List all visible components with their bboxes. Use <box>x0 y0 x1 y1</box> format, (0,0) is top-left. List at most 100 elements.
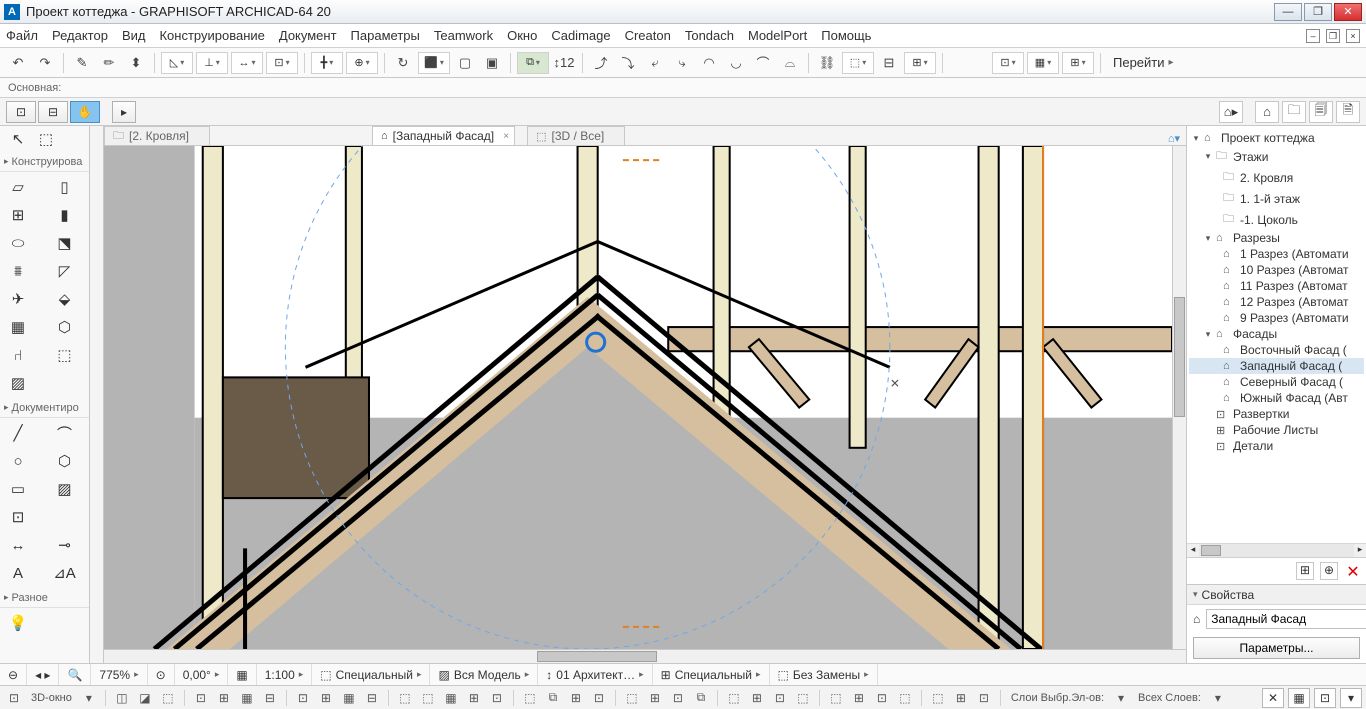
mode-crop-button[interactable]: ⊟ <box>38 101 68 123</box>
i29[interactable]: ⬚ <box>895 689 915 707</box>
lamp-misc-tool[interactable]: 💡 <box>4 612 32 634</box>
i13[interactable]: ⊡ <box>487 689 507 707</box>
vertical-scrollbar[interactable] <box>1172 146 1186 649</box>
nav-tab2-button[interactable]: 🗀 <box>1282 101 1306 123</box>
toolbox-section-more[interactable]: Разное <box>0 588 89 608</box>
shell-tool[interactable]: ✈ <box>4 288 32 310</box>
arc1-button[interactable]: ◠ <box>697 52 721 74</box>
combo3[interactable]: ↕ 01 Архитект…▸ <box>538 664 652 685</box>
angle-value[interactable]: 0,00°▸ <box>175 664 229 685</box>
i2[interactable]: ⊞ <box>214 689 234 707</box>
doc-close-button[interactable]: × <box>1346 29 1360 43</box>
scale-button[interactable]: ▦ <box>228 664 256 685</box>
goto-menu[interactable]: Перейти <box>1107 55 1180 70</box>
menu-edit[interactable]: Редактор <box>52 28 108 43</box>
i4[interactable]: ⊟ <box>260 689 280 707</box>
rotate-button[interactable]: ↻ <box>391 52 415 74</box>
i26[interactable]: ⬚ <box>826 689 846 707</box>
zoom-fit-button[interactable]: 🔍 <box>59 664 91 685</box>
r1-button[interactable]: ✕ <box>1262 688 1284 708</box>
i15[interactable]: ⧉ <box>543 689 563 707</box>
tab-elevation[interactable]: ⌂ [Западный Фасад] × <box>372 126 515 145</box>
tree-elevations[interactable]: ▾⌂Фасады <box>1189 326 1364 342</box>
i9[interactable]: ⬚ <box>395 689 415 707</box>
properties-header[interactable]: Свойства <box>1187 585 1366 605</box>
mirror-button[interactable]: ▢ <box>453 52 477 74</box>
r4-button[interactable]: ▾ <box>1340 688 1362 708</box>
i31[interactable]: ⊞ <box>951 689 971 707</box>
menu-teamwork[interactable]: Teamwork <box>434 28 493 43</box>
grid-dropdown[interactable]: ╋ <box>311 52 343 74</box>
i1[interactable]: ⊡ <box>191 689 211 707</box>
r3-button[interactable]: ⊡ <box>1314 688 1336 708</box>
label-tool[interactable]: ⊿A <box>51 562 79 584</box>
minimize-button[interactable]: — <box>1274 3 1302 21</box>
tree-stories[interactable]: ▾🗀Этажи <box>1189 146 1364 167</box>
view3d-button[interactable]: ⊡ <box>4 689 24 707</box>
arrow-tool[interactable]: ↖ <box>4 128 32 150</box>
circle-tool[interactable]: ○ <box>4 450 32 472</box>
merge-dropdown[interactable]: ⊞ <box>904 52 936 74</box>
i5[interactable]: ⊡ <box>293 689 313 707</box>
i12[interactable]: ⊞ <box>464 689 484 707</box>
arc2-button[interactable]: ◡ <box>724 52 748 74</box>
view-name-input[interactable] <box>1206 609 1366 629</box>
menu-modelport[interactable]: ModelPort <box>748 28 807 43</box>
inject-button[interactable]: ✏ <box>97 52 121 74</box>
tree-elevation-item[interactable]: ⌂Северный Фасад ( <box>1189 374 1364 390</box>
i11[interactable]: ▦ <box>441 689 461 707</box>
cube1-button[interactable]: ◫ <box>112 689 132 707</box>
toolbox-section-design[interactable]: Конструирова <box>0 152 89 172</box>
nav-tab3-button[interactable]: 🗐 <box>1309 101 1333 123</box>
line-tool[interactable]: ╱ <box>4 422 32 444</box>
maximize-button[interactable]: ❐ <box>1304 3 1332 21</box>
morph-tool[interactable]: ⬡ <box>51 316 79 338</box>
dimension-tool[interactable]: ↔ <box>4 534 32 556</box>
arc4-button[interactable]: ⌓ <box>778 52 802 74</box>
multiply-button[interactable]: ▣ <box>480 52 504 74</box>
tree-story-item[interactable]: 🗀-1. Цоколь <box>1189 209 1364 230</box>
nav-tab4-button[interactable]: 🗎 <box>1336 101 1360 123</box>
zoom-value[interactable]: 775%▸ <box>91 664 147 685</box>
redo-button[interactable]: ↷ <box>33 52 57 74</box>
drawing-canvas[interactable]: ✕ <box>104 146 1172 649</box>
combo1[interactable]: ⬚ Специальный▸ <box>312 664 430 685</box>
mesh-tool[interactable]: ▨ <box>4 372 32 394</box>
menu-help[interactable]: Помощь <box>821 28 871 43</box>
stair-tool[interactable]: ⩩ <box>4 260 32 282</box>
section-tool[interactable]: ⊡ <box>4 506 32 528</box>
i20[interactable]: ⊡ <box>668 689 688 707</box>
snap-node-dropdown[interactable]: ⊡ <box>266 52 298 74</box>
tree-section-item[interactable]: ⌂1 Разрез (Автомати <box>1189 246 1364 262</box>
r2-button[interactable]: ▦ <box>1288 688 1310 708</box>
curtain-tool[interactable]: ▦ <box>4 316 32 338</box>
curve3-button[interactable]: ⤶ <box>643 52 667 74</box>
menu-cadimage[interactable]: Cadimage <box>551 28 610 43</box>
tree-details[interactable]: ⊡Детали <box>1189 438 1364 454</box>
settings-button[interactable]: Параметры... <box>1193 637 1360 659</box>
drawing-tool[interactable]: ▭ <box>4 478 32 500</box>
i6[interactable]: ⊞ <box>316 689 336 707</box>
explode-dropdown[interactable]: ⬚ <box>842 52 874 74</box>
skylight-tool[interactable]: ⬙ <box>51 288 79 310</box>
doc-restore-button[interactable]: ❐ <box>1326 29 1340 43</box>
tab-close-button[interactable]: × <box>503 131 509 142</box>
i24[interactable]: ⊡ <box>770 689 790 707</box>
nav-delete-button[interactable]: ✕ <box>1344 562 1362 580</box>
tree-scroll-right[interactable]: ▸ <box>1354 544 1366 557</box>
polyline-tool[interactable]: ⬡ <box>51 450 79 472</box>
scale-value[interactable]: 1:100▸ <box>257 664 313 685</box>
view1-dropdown[interactable]: ⊡ <box>992 52 1024 74</box>
tree-interior[interactable]: ⊡Развертки <box>1189 406 1364 422</box>
pick-button[interactable]: ✎ <box>70 52 94 74</box>
zoom-history-button[interactable]: ◂ ▸ <box>27 664 59 685</box>
beam-tool[interactable]: ⬭ <box>4 232 32 254</box>
i19[interactable]: ⊞ <box>645 689 665 707</box>
menu-document[interactable]: Документ <box>279 28 337 43</box>
fill-tool[interactable]: ▨ <box>51 478 79 500</box>
i8[interactable]: ⊟ <box>362 689 382 707</box>
i17[interactable]: ⊡ <box>589 689 609 707</box>
link-button[interactable]: ⛓ <box>815 52 839 74</box>
navigator-tree[interactable]: ▾⌂Проект коттеджа ▾🗀Этажи 🗀2. Кровля 🗀1.… <box>1187 126 1366 543</box>
arc3-button[interactable]: ⌒ <box>751 52 775 74</box>
